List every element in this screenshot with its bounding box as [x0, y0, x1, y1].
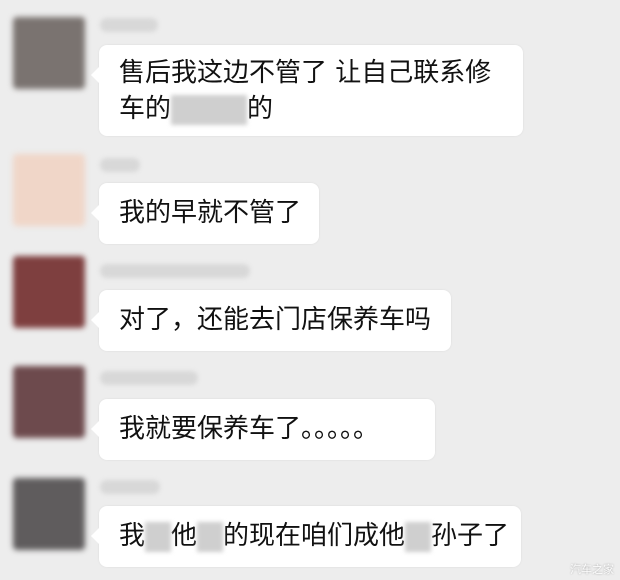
- message-text: 的: [247, 94, 274, 124]
- message-bubble: 我他的现在咱们成他 孙子了: [91, 506, 521, 567]
- redaction-blur: [171, 94, 248, 125]
- message-line: 售后我这边不管了 让自己联系修: [119, 58, 492, 88]
- avatar[interactable]: [13, 366, 85, 438]
- sender-name-redacted: [100, 264, 250, 278]
- redaction-blur: [197, 521, 224, 552]
- message-line: 我的早就不管了: [119, 198, 302, 228]
- message-line: 我就要保养车了。。。。。: [119, 414, 380, 444]
- avatar[interactable]: [13, 256, 85, 328]
- message-line: 车的 的: [119, 91, 503, 127]
- watermark: 汽车之家: [570, 563, 614, 576]
- message-text: 的现在咱们成他: [223, 521, 406, 551]
- avatar[interactable]: [13, 154, 85, 226]
- sender-name-redacted: [100, 480, 160, 494]
- message-text: 车的: [119, 94, 172, 124]
- avatar[interactable]: [13, 478, 85, 550]
- message-text: 孙子了: [431, 521, 510, 551]
- message-bubble: 我的早就不管了: [91, 183, 319, 244]
- message-bubble: 对了，还能去门店保养车吗: [91, 290, 451, 351]
- message-text: 他: [171, 521, 198, 551]
- message-text: 我: [119, 521, 146, 551]
- message-bubble: 我就要保养车了。。。。。: [91, 399, 435, 460]
- message-line: 我他的现在咱们成他 孙子了: [119, 518, 509, 554]
- sender-name-redacted: [100, 371, 198, 385]
- avatar[interactable]: [13, 17, 85, 89]
- sender-name-redacted: [100, 18, 158, 32]
- message-bubble: 售后我这边不管了 让自己联系修 车的 的: [91, 45, 523, 136]
- redaction-blur: [405, 521, 432, 552]
- sender-name-redacted: [100, 158, 140, 172]
- message-line: 对了，还能去门店保养车吗: [119, 305, 432, 335]
- redaction-blur: [145, 521, 172, 552]
